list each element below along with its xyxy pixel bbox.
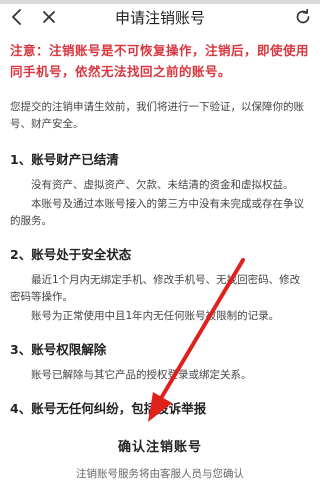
section-3-paragraph: 账号已解除与其它产品的授权登录或绑定关系。 (31, 369, 252, 381)
main-content: 注意：注销账号是不可恢复操作，注销后，即使使用同手机号，依然无法找回之前的账号。… (0, 36, 320, 418)
warning-text: 注意：注销账号是不可恢复操作，注销后，即使使用同手机号，依然无法找回之前的账号。 (10, 43, 310, 79)
section-1-title: 1、账号财产已结清 (10, 152, 119, 167)
section-1-paragraph: 没有资产、虚拟资产、欠款、未结清的资金和虚拟权益。 (31, 179, 294, 191)
section-2-paragraph: 账号为正常使用中且1年内无任何账号被限制的记录。 (31, 310, 280, 322)
footer-note: 注销账号服务将由客服人员与您确认 (76, 468, 244, 480)
intro-text: 您提交的注销申请生效前，我们将进行一下验证，以保障你的账号、财产安全。 (10, 101, 304, 130)
section-2-paragraph: 最近1个月内无绑定手机、修改手机号、无找回密码、修改密码等操作。 (10, 274, 301, 303)
section-3-title: 3、账号权限解除 (10, 342, 107, 357)
nav-bar: 申请注销账号 (0, 4, 320, 32)
refresh-button[interactable] (290, 4, 316, 30)
page-title: 申请注销账号 (114, 9, 205, 27)
section-1-paragraph: 本账号及通过本账号接入的第三方中没有未完成或存在争议的服务。 (10, 198, 304, 227)
confirm-cancel-account-button[interactable]: 确认注销账号 (0, 436, 320, 455)
section-4-title: 4、账号无任何纠纷，包括投诉举报 (10, 401, 207, 416)
refresh-icon (296, 9, 310, 24)
section-2-title: 2、账号处于安全状态 (10, 247, 132, 262)
